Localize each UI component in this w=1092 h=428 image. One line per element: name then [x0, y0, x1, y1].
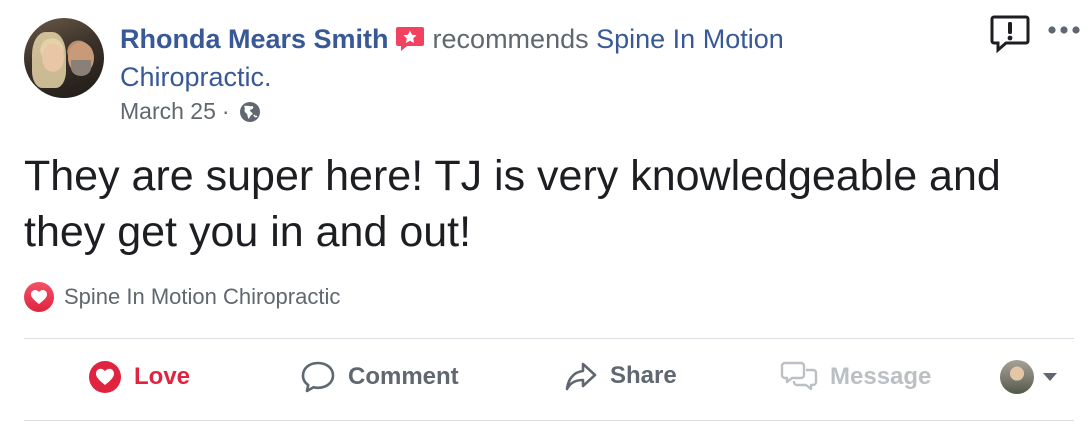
- share-label: Share: [610, 362, 677, 389]
- post-body: They are super here! TJ is very knowledg…: [24, 148, 1074, 260]
- report-icon[interactable]: [988, 12, 1032, 56]
- share-icon: [565, 362, 597, 391]
- comment-label: Comment: [348, 363, 459, 390]
- message-button[interactable]: Message: [780, 360, 931, 394]
- comment-button[interactable]: Comment: [300, 360, 459, 394]
- author-name-link[interactable]: Rhonda Mears Smith: [120, 24, 389, 54]
- caret-down-icon: [1043, 373, 1057, 381]
- avatar-face-left: [42, 44, 64, 72]
- post-as-selector[interactable]: [1000, 360, 1070, 394]
- reaction-label[interactable]: Spine In Motion Chiropractic: [64, 284, 340, 310]
- post-meta: March 25 ·: [120, 98, 262, 125]
- recommends-verb: recommends: [432, 24, 589, 54]
- reaction-summary[interactable]: Spine In Motion Chiropractic: [24, 282, 340, 312]
- author-avatar[interactable]: [24, 18, 104, 98]
- heart-icon: [89, 361, 121, 393]
- action-bar: Love Comment Share Message: [24, 350, 1074, 412]
- meta-separator: ·: [221, 98, 230, 124]
- post-body-line: they get you in and out!: [24, 208, 472, 256]
- avatar-beard: [71, 60, 91, 76]
- share-button[interactable]: Share: [564, 360, 677, 392]
- globe-icon[interactable]: [238, 100, 262, 124]
- heart-icon: [24, 282, 54, 312]
- more-icon[interactable]: [1044, 20, 1084, 40]
- action-divider-bottom: [24, 420, 1074, 421]
- recommend-star-icon: [395, 25, 425, 53]
- post-date[interactable]: March 25: [120, 98, 216, 125]
- post-header: Rhonda Mears Smith recommends Spine In Mo…: [120, 20, 860, 96]
- comment-icon: [301, 361, 335, 393]
- post-body-line: They are super here! TJ is very knowledg…: [24, 152, 1001, 200]
- page-link-continued[interactable]: Chiropractic.: [120, 62, 272, 92]
- message-label: Message: [830, 363, 932, 390]
- love-button[interactable]: Love: [88, 360, 190, 394]
- message-icon: [780, 361, 818, 391]
- action-divider-top: [24, 338, 1074, 339]
- page-link[interactable]: Spine In Motion: [596, 24, 784, 54]
- user-avatar: [1000, 360, 1034, 394]
- love-label: Love: [134, 363, 191, 390]
